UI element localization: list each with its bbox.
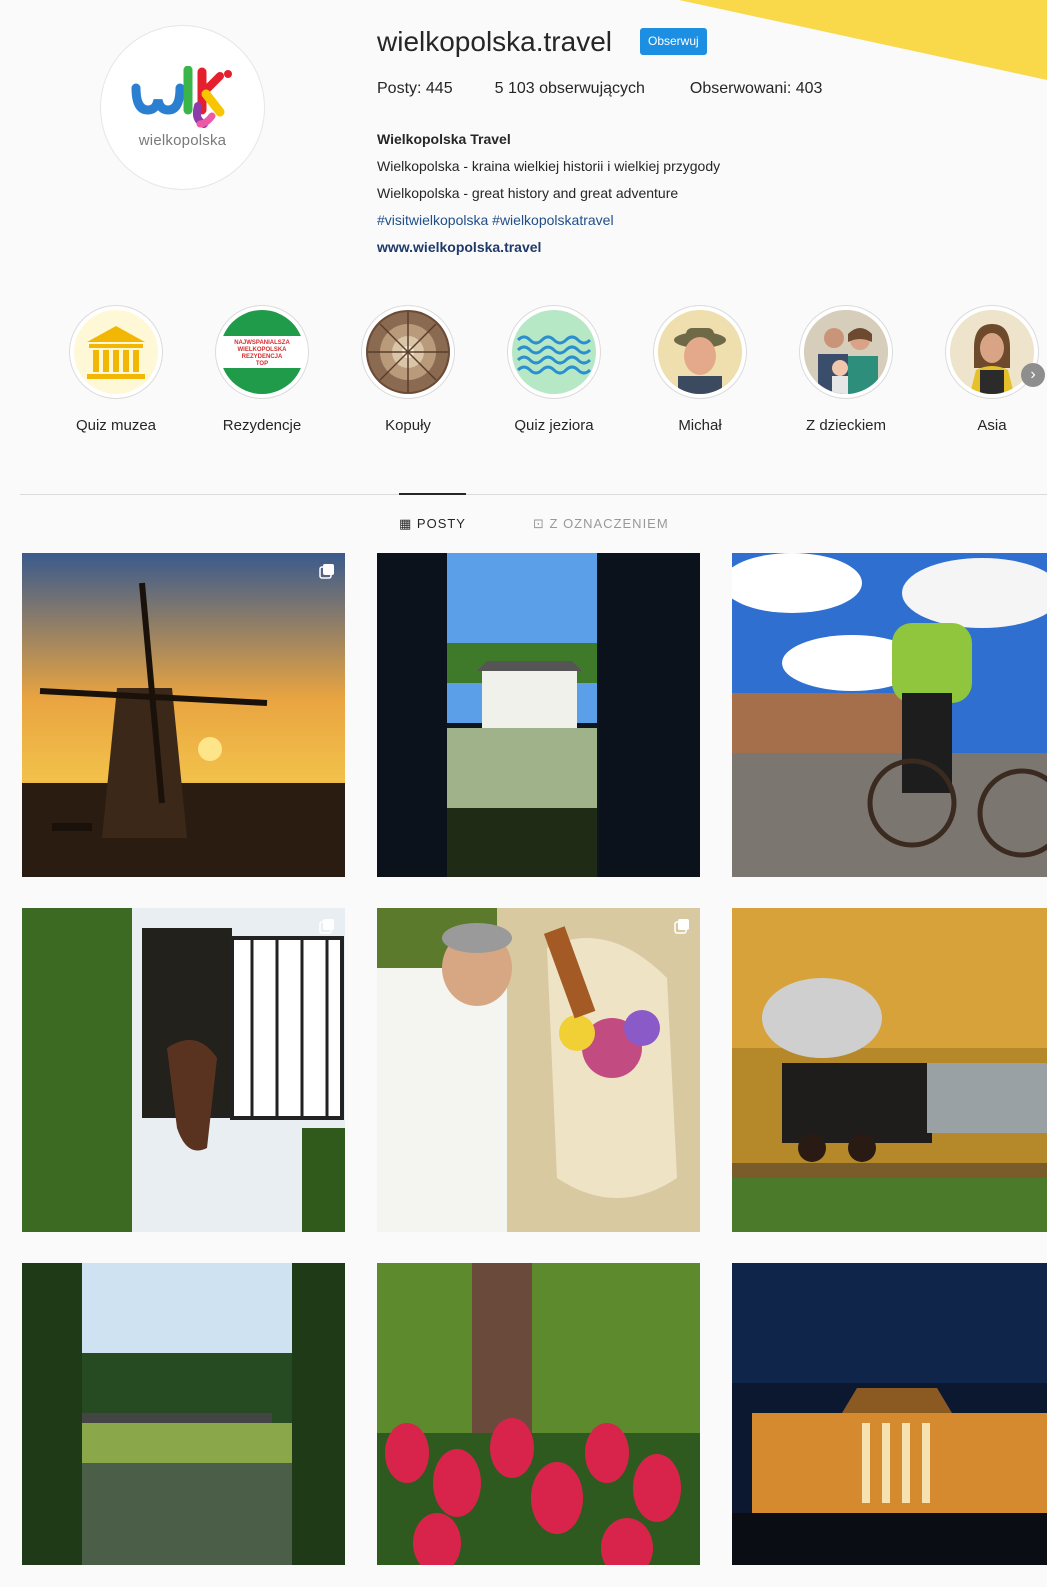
highlight-label: Kopuły [385,417,431,434]
grid-icon: ▦ [399,516,417,531]
followers-count[interactable]: 5 103 obserwujących [495,80,645,98]
highlight-kopuly[interactable]: Kopuły [343,305,473,434]
cyclist-square-photo [732,553,1047,877]
highlight-label: Quiz jeziora [514,417,594,434]
post-tile[interactable] [732,553,1047,877]
museum-icon [87,326,145,379]
bio-hashtags[interactable]: #visitwielkopolska #wielkopolskatravel [377,207,720,234]
post-tile[interactable] [377,908,700,1232]
bio-line-1: Wielkopolska - kraina wielkiej historii … [377,158,721,174]
highlights-next-button[interactable]: › [1021,363,1045,387]
post-tile[interactable] [732,1263,1047,1587]
profile-avatar[interactable]: wielkopolska [100,25,265,190]
badge-text-line3: REZYDENCJA [242,354,283,360]
highlight-quiz-jeziora[interactable]: Quiz jeziora [489,305,619,434]
story-highlights: Quiz muzea NAJWSPANIALSZA WIELKOPOLSKA R… [0,305,1047,445]
post-tile[interactable] [377,1263,700,1587]
tag-icon: ⊡ [533,516,550,531]
badge-text-line1: NAJWSPANIALSZA [234,340,290,346]
bio-name: Wielkopolska Travel [377,131,511,147]
residence-badge-icon: NAJWSPANIALSZA WIELKOPOLSKA REZYDENCJA T… [220,310,304,394]
tab-tagged-label: Z OZNACZENIEM [549,516,669,531]
tulips-photo [377,1263,700,1565]
profile-username: wielkopolska.travel [377,26,612,57]
tab-posts[interactable]: ▦ POSTY [399,516,466,532]
avatar-caption: wielkopolska [138,132,227,149]
highlight-label: Z dzieckiem [805,417,887,434]
highlight-label: Michał [678,417,722,434]
wlkp-logo-icon [131,66,232,128]
highlight-label: Quiz muzea [75,417,157,434]
badge-text-line2: WIELKOPOLSKA [238,347,288,353]
person-photo-icon [658,310,742,394]
multiple-photos-icon [319,564,334,579]
post-tile[interactable] [22,553,345,877]
multiple-photos-icon [674,919,689,934]
following-count[interactable]: Obserwowani: 403 [690,80,823,98]
tabs-divider [20,494,1047,495]
highlight-rezydencje[interactable]: NAJWSPANIALSZA WIELKOPOLSKA REZYDENCJA T… [197,305,327,434]
bio-line-2: Wielkopolska - great history and great a… [377,185,679,201]
profile-stats: Posty: 445 5 103 obserwujących Obserwowa… [377,80,864,98]
bio-website-link[interactable]: www.wielkopolska.travel [377,234,720,261]
windmill-sunset-photo [22,553,345,877]
highlight-label: Rezydencje [222,417,302,434]
post-tile[interactable] [377,553,700,877]
post-tile[interactable] [22,1263,345,1587]
horse-stable-photo [22,908,345,1232]
family-photo-icon [804,310,888,394]
post-tile[interactable] [732,908,1047,1232]
person-photo-icon [950,310,1034,394]
posts-count: Posty: 445 [377,80,453,97]
highlight-quiz-muzea[interactable]: Quiz muzea [51,305,181,434]
highlight-z-dzieckiem[interactable]: Z dzieckiem [781,305,911,434]
highlight-label: Asia [977,417,1007,434]
palace-columns-photo [377,553,700,877]
lake-train-photo [22,1263,345,1565]
badge-text-line4: TOP [256,361,268,367]
post-tile[interactable] [22,908,345,1232]
highlight-michal[interactable]: Michał [635,305,765,434]
dome-icon [368,312,448,392]
active-tab-indicator [399,493,466,495]
tab-posts-label: POSTY [416,516,466,531]
tab-tagged[interactable]: ⊡ Z OZNACZENIEM [533,516,669,532]
waves-icon [516,335,592,375]
steam-train-photo [732,908,1047,1232]
follow-button[interactable]: Obserwuj [640,28,707,55]
profile-bio: Wielkopolska Travel Wielkopolska - krain… [377,126,720,261]
multiple-photos-icon [319,919,334,934]
palace-night-photo [732,1263,1047,1565]
decorated-ox-photo [377,908,700,1232]
